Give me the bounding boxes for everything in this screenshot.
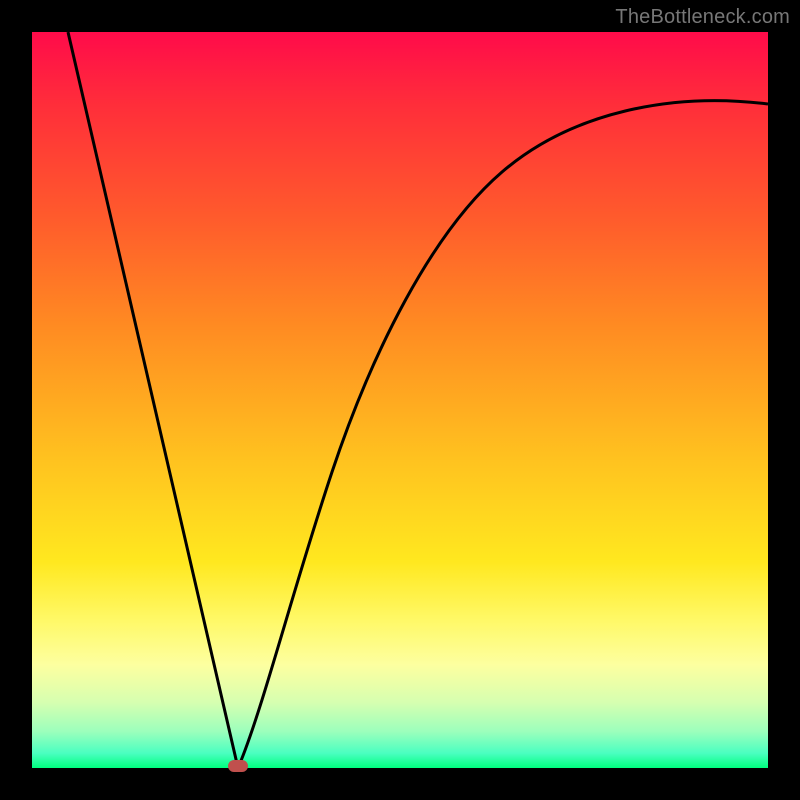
plot-area — [32, 32, 768, 768]
chart-frame: TheBottleneck.com — [0, 0, 800, 800]
bottleneck-curve — [32, 32, 768, 768]
optimal-point-marker — [228, 760, 248, 772]
curve-path — [68, 32, 768, 768]
watermark-text: TheBottleneck.com — [615, 6, 790, 29]
